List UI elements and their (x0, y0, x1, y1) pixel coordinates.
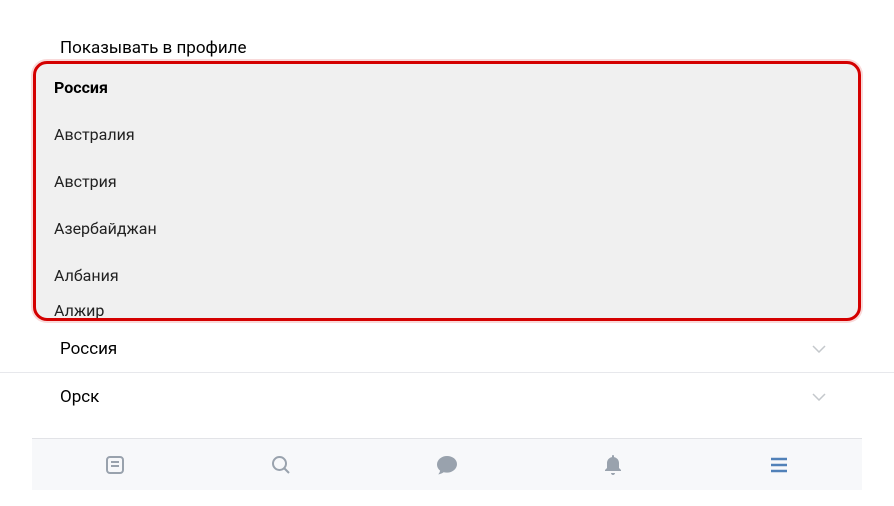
dropdown-item-russia[interactable]: Россия (36, 64, 858, 111)
messages-icon[interactable] (434, 452, 460, 478)
dropdown-item-algeria[interactable]: Алжир (36, 299, 858, 319)
dropdown-item-label: Россия (54, 78, 108, 97)
country-select[interactable]: Россия (0, 325, 894, 373)
dropdown-item-label: Албания (54, 266, 119, 285)
bottom-nav (32, 438, 862, 490)
chevron-down-icon (812, 341, 826, 357)
city-select[interactable]: Орск (0, 373, 894, 421)
dropdown-item-label: Австралия (54, 125, 135, 144)
country-dropdown: Россия Австралия Австрия Азербайджан Алб… (33, 61, 861, 321)
dropdown-item-azerbaijan[interactable]: Азербайджан (36, 205, 858, 252)
show-in-profile-label: Показывать в профиле (60, 38, 247, 58)
dropdown-item-label: Алжир (54, 301, 104, 320)
notifications-icon[interactable] (600, 452, 626, 478)
menu-icon[interactable] (766, 452, 792, 478)
dropdown-item-australia[interactable]: Австралия (36, 111, 858, 158)
search-icon[interactable] (268, 452, 294, 478)
country-value: Россия (60, 339, 117, 359)
dropdown-item-label: Азербайджан (54, 219, 157, 238)
dropdown-item-albania[interactable]: Албания (36, 252, 858, 299)
news-icon[interactable] (102, 452, 128, 478)
chevron-down-icon (812, 389, 826, 405)
dropdown-item-austria[interactable]: Австрия (36, 158, 858, 205)
city-value: Орск (60, 387, 99, 407)
dropdown-item-label: Австрия (54, 172, 117, 191)
